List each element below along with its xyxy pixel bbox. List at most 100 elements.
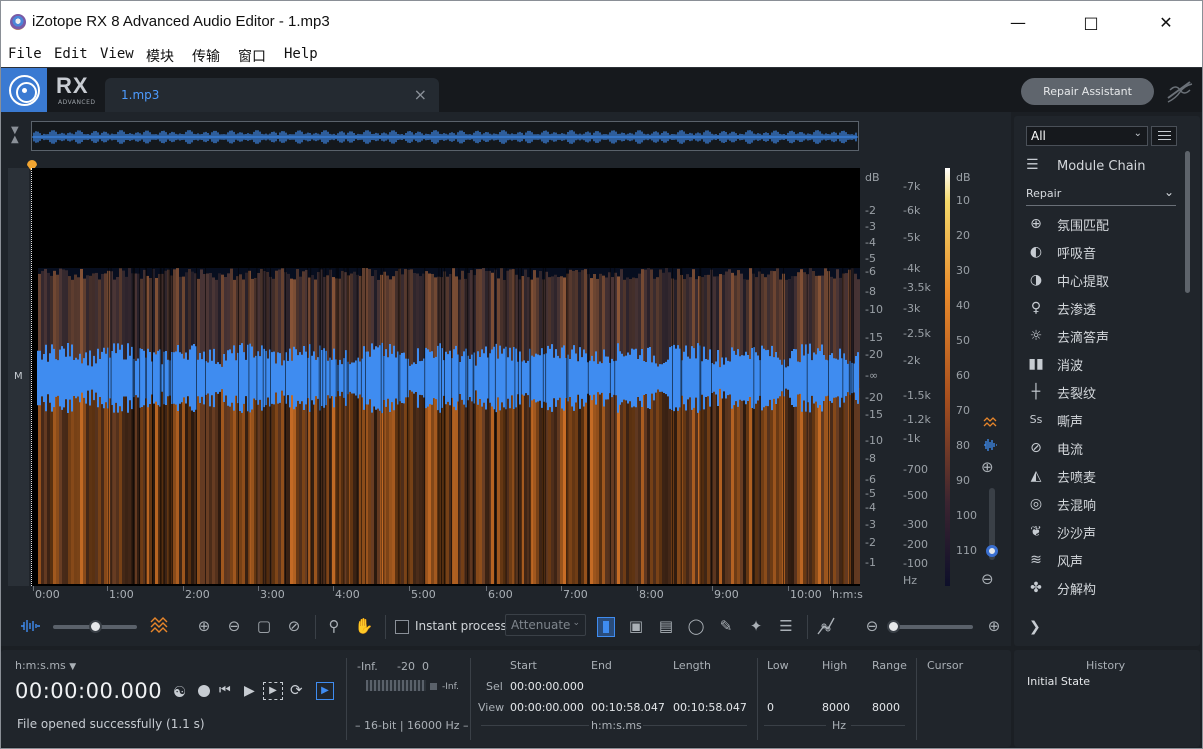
repair-assistant-button[interactable]: Repair Assistant <box>1021 78 1154 105</box>
view-high-value[interactable]: 8000 <box>822 701 850 714</box>
play-icon[interactable]: ▶ <box>244 683 255 699</box>
module-chain-button[interactable]: ☰ Module Chain <box>1026 156 1186 178</box>
menu-file[interactable]: File <box>8 46 42 62</box>
horizontal-zoom-handle[interactable] <box>887 620 900 633</box>
meter-peak-value: -Inf. <box>442 682 459 692</box>
maximize-button[interactable]: □ <box>1066 1 1116 44</box>
close-button[interactable]: ✕ <box>1141 1 1191 44</box>
record-icon[interactable] <box>198 685 210 697</box>
hz-labels-label: -200 <box>903 538 928 551</box>
menu-modules[interactable]: 模块 <box>146 46 174 66</box>
view-row-label: View <box>478 701 505 714</box>
blend-slider-handle[interactable] <box>89 620 102 633</box>
freq-unit-label: Hz <box>832 719 847 732</box>
module-item[interactable]: ☼ 去滴答声 <box>1026 322 1186 350</box>
magnify-tool-icon[interactable]: ⚲ <box>323 615 345 637</box>
category-dropdown[interactable]: Repair ⌄ <box>1026 185 1176 206</box>
menu-help[interactable]: Help <box>284 46 318 62</box>
vertical-zoom-handle[interactable] <box>986 545 998 557</box>
module-item[interactable]: ◐ 呼吸音 <box>1026 238 1186 266</box>
play-selection-icon[interactable]: ▶ <box>263 682 283 700</box>
spectrogram-view-icon[interactable] <box>149 615 171 637</box>
view-start-value[interactable]: 00:00:00.000 <box>510 701 584 714</box>
view-length-value[interactable]: 00:10:58.047 <box>673 701 747 714</box>
editor-toolbar: ⊕ ⊖ ▢ ⊘ ⚲ ✋ Instant process Attenuate ⌄ ▣… <box>1 608 1011 646</box>
spectrogram-view[interactable] <box>31 168 860 586</box>
tab-close-icon[interactable]: × <box>414 85 427 104</box>
module-item[interactable]: ◭ 去喷麦 <box>1026 462 1186 490</box>
module-list-menu-icon[interactable] <box>1151 126 1177 146</box>
harmonic-selection-icon[interactable]: ☰ <box>775 615 797 637</box>
module-item[interactable]: ≋ 风声 <box>1026 546 1186 574</box>
hand-tool-icon[interactable]: ✋ <box>353 615 375 637</box>
zoom-out-horizontal-icon[interactable]: ⊖ <box>861 615 883 637</box>
waveform-mode-icon[interactable] <box>983 438 997 452</box>
loop-icon[interactable]: ⟳ <box>290 681 303 699</box>
history-item[interactable]: Initial State <box>1027 675 1090 688</box>
de-hum-icon: ⊘ <box>1030 440 1042 456</box>
module-item[interactable]: ⊕ 氛围匹配 <box>1026 210 1186 238</box>
magic-wand-icon[interactable]: ✦ <box>745 615 767 637</box>
module-item[interactable]: ❦ 沙沙声 <box>1026 518 1186 546</box>
module-item[interactable]: ⊘ 电流 <box>1026 434 1186 462</box>
waveform-overview[interactable] <box>31 121 859 151</box>
module-filter-dropdown[interactable]: All ⌄ <box>1026 126 1148 146</box>
zoom-out-icon[interactable]: ⊖ <box>223 615 245 637</box>
zoom-fit-icon[interactable]: ⊘ <box>283 615 305 637</box>
horizontal-zoom-slider[interactable] <box>889 625 973 629</box>
collapse-overview-icon[interactable]: ▼ ▲ <box>11 126 19 145</box>
menu-transport[interactable]: 传输 <box>192 46 220 66</box>
zoom-in-horizontal-icon[interactable]: ⊕ <box>983 615 1005 637</box>
view-low-value[interactable]: 0 <box>767 701 774 714</box>
color-db-labels-label: 50 <box>956 334 970 347</box>
menu-edit[interactable]: Edit <box>54 46 88 62</box>
headphones-icon[interactable]: ☯ <box>173 683 186 701</box>
gain-envelope-icon[interactable] <box>815 615 837 637</box>
minimize-button[interactable]: — <box>993 1 1043 44</box>
spectrogram-mode-icon[interactable] <box>983 416 997 430</box>
de-bleed-icon: ♀ <box>1030 300 1042 316</box>
cursor-header: Cursor <box>927 659 964 672</box>
hz-labels-label: -7k <box>903 180 921 193</box>
divider <box>757 658 758 740</box>
module-item[interactable]: ♀ 去渗透 <box>1026 294 1186 322</box>
zoom-in-vertical-icon[interactable]: ⊕ <box>981 458 994 476</box>
module-item[interactable]: ◑ 中心提取 <box>1026 266 1186 294</box>
instant-process-checkbox[interactable] <box>395 620 409 634</box>
time-freq-selection-icon[interactable]: ▣ <box>625 615 647 637</box>
module-item[interactable]: ◎ 去混响 <box>1026 490 1186 518</box>
lasso-tool-icon[interactable]: ◯ <box>685 615 707 637</box>
view-end-value[interactable]: 00:10:58.047 <box>591 701 665 714</box>
chevron-right-icon[interactable]: ❯ <box>1029 619 1041 635</box>
frequency-selection-icon[interactable]: ▤ <box>655 615 677 637</box>
attenuate-dropdown[interactable]: Attenuate ⌄ <box>505 614 586 636</box>
module-item[interactable]: Ss 嘶声 <box>1026 406 1186 434</box>
wand-icon[interactable] <box>1164 76 1194 106</box>
menu-window[interactable]: 窗口 <box>238 46 266 66</box>
module-item[interactable]: ┼ 去裂纹 <box>1026 378 1186 406</box>
hz-labels-label: -300 <box>903 518 928 531</box>
tab-file[interactable]: 1.mp3 × <box>105 78 439 113</box>
zoom-in-icon[interactable]: ⊕ <box>193 615 215 637</box>
time-selection-tool-icon[interactable] <box>597 617 615 637</box>
overview-waveform <box>32 130 858 144</box>
sel-start-value[interactable]: 00:00:00.000 <box>510 680 584 693</box>
waveform-view-icon[interactable] <box>19 615 41 637</box>
skip-back-icon[interactable]: ⏮ <box>219 683 231 698</box>
module-item[interactable]: ▮▮ 消波 <box>1026 350 1186 378</box>
brush-tool-icon[interactable]: ✎ <box>715 615 737 637</box>
module-item-label: 去渗透 <box>1057 302 1097 318</box>
module-item-label: 风声 <box>1057 554 1084 570</box>
module-list-scrollbar[interactable] <box>1185 151 1190 293</box>
breath-icon: ◐ <box>1029 244 1043 260</box>
tab-file-label: 1.mp3 <box>121 88 160 102</box>
divider <box>643 725 747 726</box>
zoom-out-vertical-icon[interactable]: ⊖ <box>981 570 994 588</box>
view-range-value[interactable]: 8000 <box>872 701 900 714</box>
rx-logo-text: RX <box>56 73 89 98</box>
menu-view[interactable]: View <box>100 46 134 62</box>
module-item[interactable]: ✤ 分解构 <box>1026 574 1186 602</box>
zoom-selection-icon[interactable]: ▢ <box>253 615 275 637</box>
time-format-dropdown[interactable]: h:m:s.ms ▼ <box>15 659 76 672</box>
scroll-follow-icon[interactable]: ▶ <box>316 682 334 700</box>
